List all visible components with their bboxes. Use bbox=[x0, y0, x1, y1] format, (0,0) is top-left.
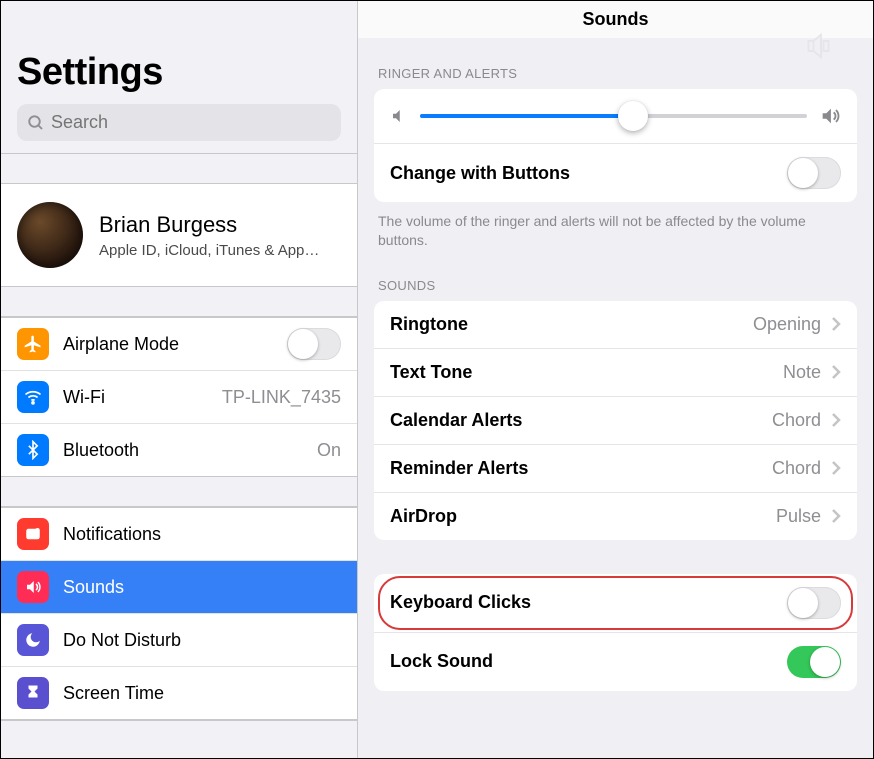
chevron-right-icon bbox=[831, 460, 841, 476]
sidebar-item-dnd[interactable]: Do Not Disturb bbox=[1, 614, 357, 667]
notifications-label: Notifications bbox=[63, 524, 341, 545]
texttone-label: Text Tone bbox=[390, 362, 783, 383]
keyboard-clicks-toggle[interactable] bbox=[787, 587, 841, 619]
bluetooth-icon bbox=[17, 434, 49, 466]
lock-sound-toggle[interactable] bbox=[787, 646, 841, 678]
reminder-alerts-value: Chord bbox=[772, 458, 821, 479]
search-input[interactable] bbox=[51, 112, 331, 133]
change-with-buttons-row[interactable]: Change with Buttons bbox=[374, 144, 857, 202]
search-field[interactable] bbox=[17, 104, 341, 141]
wifi-icon bbox=[17, 381, 49, 413]
wifi-label: Wi-Fi bbox=[63, 387, 222, 408]
volume-low-icon bbox=[390, 107, 408, 125]
volume-slider[interactable] bbox=[420, 114, 807, 118]
speaker-watermark-icon bbox=[803, 31, 839, 66]
moon-icon bbox=[17, 624, 49, 656]
sounds-label: Sounds bbox=[63, 577, 341, 598]
sidebar-header: Settings bbox=[1, 1, 357, 154]
lock-sound-row[interactable]: Lock Sound bbox=[374, 633, 857, 691]
section-sounds-header: SOUNDS bbox=[358, 250, 873, 301]
volume-high-icon bbox=[819, 105, 841, 127]
airplane-label: Airplane Mode bbox=[63, 334, 287, 355]
chevron-right-icon bbox=[831, 316, 841, 332]
chevron-right-icon bbox=[831, 412, 841, 428]
sounds-panel: Ringtone Opening Text Tone Note Calendar… bbox=[374, 301, 857, 540]
detail-title: Sounds bbox=[358, 1, 873, 38]
keyboard-clicks-label: Keyboard Clicks bbox=[390, 592, 787, 613]
screentime-label: Screen Time bbox=[63, 683, 341, 704]
avatar bbox=[17, 202, 83, 268]
wifi-value: TP-LINK_7435 bbox=[222, 387, 341, 408]
ringtone-label: Ringtone bbox=[390, 314, 753, 335]
airdrop-row[interactable]: AirDrop Pulse bbox=[374, 493, 857, 540]
airplane-icon bbox=[17, 328, 49, 360]
settings-sidebar: Settings Brian Burgess Apple ID, iCloud,… bbox=[1, 1, 358, 758]
sidebar-item-sounds[interactable]: Sounds bbox=[1, 561, 357, 614]
calendar-alerts-row[interactable]: Calendar Alerts Chord bbox=[374, 397, 857, 445]
lock-sound-label: Lock Sound bbox=[390, 651, 787, 672]
search-icon bbox=[27, 114, 45, 132]
reminder-alerts-label: Reminder Alerts bbox=[390, 458, 772, 479]
connectivity-group: Airplane Mode Wi-Fi TP-LINK_7435 Bluetoo… bbox=[1, 317, 357, 477]
texttone-value: Note bbox=[783, 362, 821, 383]
system-group: Notifications Sounds Do Not Disturb Scre… bbox=[1, 507, 357, 720]
notifications-icon bbox=[17, 518, 49, 550]
chevron-right-icon bbox=[831, 364, 841, 380]
change-with-buttons-toggle[interactable] bbox=[787, 157, 841, 189]
sidebar-item-wifi[interactable]: Wi-Fi TP-LINK_7435 bbox=[1, 371, 357, 424]
settings-title: Settings bbox=[17, 51, 341, 94]
ringer-panel: Change with Buttons bbox=[374, 89, 857, 202]
calendar-alerts-label: Calendar Alerts bbox=[390, 410, 772, 431]
ringtone-row[interactable]: Ringtone Opening bbox=[374, 301, 857, 349]
airdrop-label: AirDrop bbox=[390, 506, 776, 527]
slider-handle[interactable] bbox=[618, 101, 648, 131]
profile-name: Brian Burgess bbox=[99, 212, 319, 238]
ringtone-value: Opening bbox=[753, 314, 821, 335]
detail-pane: Sounds RINGER AND ALERTS Change with But… bbox=[358, 1, 873, 758]
calendar-alerts-value: Chord bbox=[772, 410, 821, 431]
ringer-note: The volume of the ringer and alerts will… bbox=[358, 202, 858, 250]
profile-sub: Apple ID, iCloud, iTunes & App… bbox=[99, 242, 319, 259]
switches-panel: Keyboard Clicks Lock Sound bbox=[374, 574, 857, 691]
profile-row[interactable]: Brian Burgess Apple ID, iCloud, iTunes &… bbox=[1, 184, 357, 286]
sidebar-item-screentime[interactable]: Screen Time bbox=[1, 667, 357, 719]
volume-slider-row bbox=[374, 89, 857, 144]
airdrop-value: Pulse bbox=[776, 506, 821, 527]
sidebar-item-airplane[interactable]: Airplane Mode bbox=[1, 318, 357, 371]
dnd-label: Do Not Disturb bbox=[63, 630, 341, 651]
reminder-alerts-row[interactable]: Reminder Alerts Chord bbox=[374, 445, 857, 493]
chevron-right-icon bbox=[831, 508, 841, 524]
sounds-icon bbox=[17, 571, 49, 603]
keyboard-clicks-row[interactable]: Keyboard Clicks bbox=[374, 574, 857, 633]
sidebar-item-bluetooth[interactable]: Bluetooth On bbox=[1, 424, 357, 476]
hourglass-icon bbox=[17, 677, 49, 709]
sidebar-item-notifications[interactable]: Notifications bbox=[1, 508, 357, 561]
bluetooth-value: On bbox=[317, 440, 341, 461]
change-with-buttons-label: Change with Buttons bbox=[390, 163, 787, 184]
profile-group: Brian Burgess Apple ID, iCloud, iTunes &… bbox=[1, 184, 357, 287]
section-ringer-header: RINGER AND ALERTS bbox=[358, 38, 873, 89]
texttone-row[interactable]: Text Tone Note bbox=[374, 349, 857, 397]
bluetooth-label: Bluetooth bbox=[63, 440, 317, 461]
airplane-toggle[interactable] bbox=[287, 328, 341, 360]
